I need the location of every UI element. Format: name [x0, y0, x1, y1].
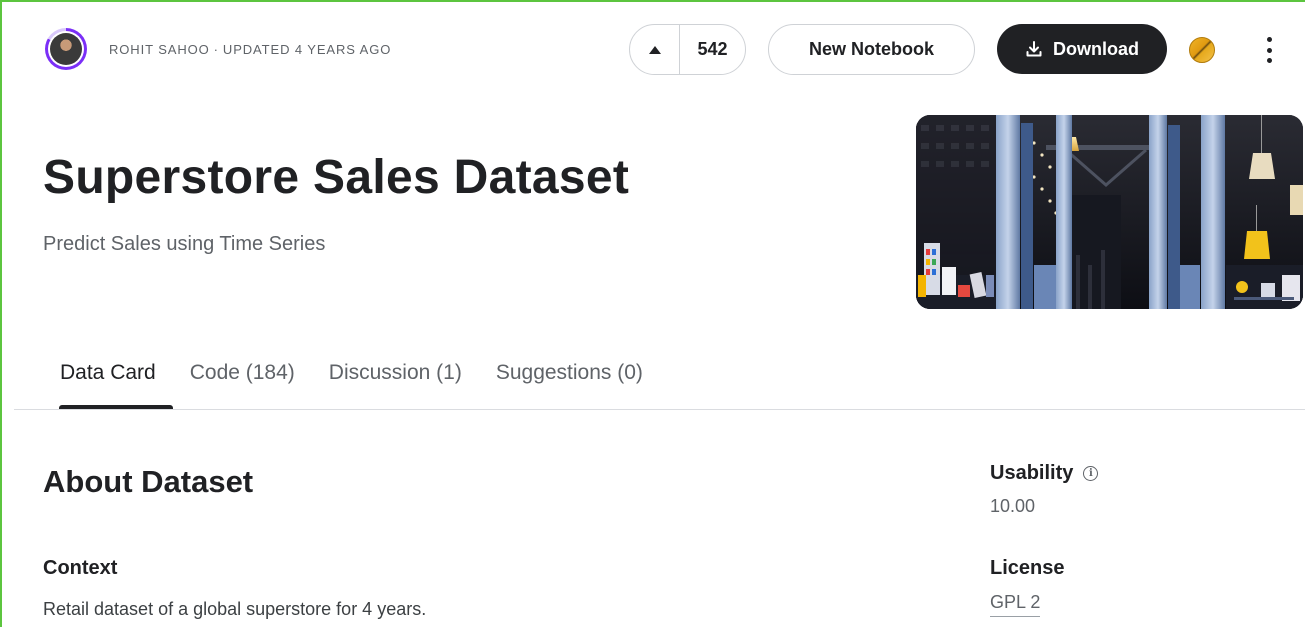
tab-discussion[interactable]: Discussion (1) [312, 357, 479, 409]
dataset-subtitle: Predict Sales using Time Series [43, 233, 326, 255]
tab-suggestions[interactable]: Suggestions (0) [479, 357, 660, 409]
about-dataset-heading: About Dataset [43, 464, 254, 499]
usability-label: Usability [990, 462, 1074, 484]
storefront-illustration [916, 115, 1303, 309]
tab-code[interactable]: Code (184) [173, 357, 312, 409]
download-button[interactable]: Download [997, 24, 1167, 74]
license-heading: License [990, 557, 1065, 579]
dataset-tabs: Data Card Code (184) Discussion (1) Sugg… [43, 357, 660, 409]
medal-icon[interactable] [1189, 37, 1215, 63]
context-heading: Context [43, 557, 118, 579]
byline-separator: · [213, 42, 219, 57]
new-notebook-button[interactable]: New Notebook [768, 24, 975, 75]
page-frame: ROHIT SAHOO · UPDATED 4 YEARS AGO 542 New … [0, 0, 1305, 627]
usability-score: 10.00 [990, 496, 1036, 516]
dataset-title: Superstore Sales Dataset [43, 151, 630, 204]
updated-text: UPDATED 4 YEARS AGO [222, 42, 392, 57]
dataset-byline: ROHIT SAHOO · UPDATED 4 YEARS AGO [109, 42, 391, 57]
dataset-cover-image [916, 115, 1303, 309]
info-icon[interactable]: i [1083, 466, 1099, 481]
more-dot [1266, 58, 1272, 63]
download-label: Download [1053, 38, 1139, 59]
upvote-control: 542 [629, 24, 746, 75]
vote-count[interactable]: 542 [680, 39, 745, 60]
more-dot [1266, 37, 1272, 42]
avatar-photo [50, 33, 82, 65]
context-text: Retail dataset of a global superstore fo… [43, 599, 427, 619]
usability-heading: Usability i [990, 462, 1099, 485]
more-vertical-icon[interactable] [1258, 35, 1280, 65]
tabs-divider [14, 409, 1305, 410]
license-link[interactable]: GPL 2 [990, 592, 1041, 617]
author-avatar[interactable] [45, 28, 87, 70]
upvote-button[interactable] [630, 25, 680, 74]
more-dot [1266, 47, 1272, 53]
download-icon [1026, 41, 1042, 57]
tab-data-card[interactable]: Data Card [43, 357, 173, 409]
author-name-link[interactable]: ROHIT SAHOO [109, 42, 210, 57]
upvote-arrow-icon [648, 45, 661, 54]
avatar-ring-inner [48, 31, 84, 67]
